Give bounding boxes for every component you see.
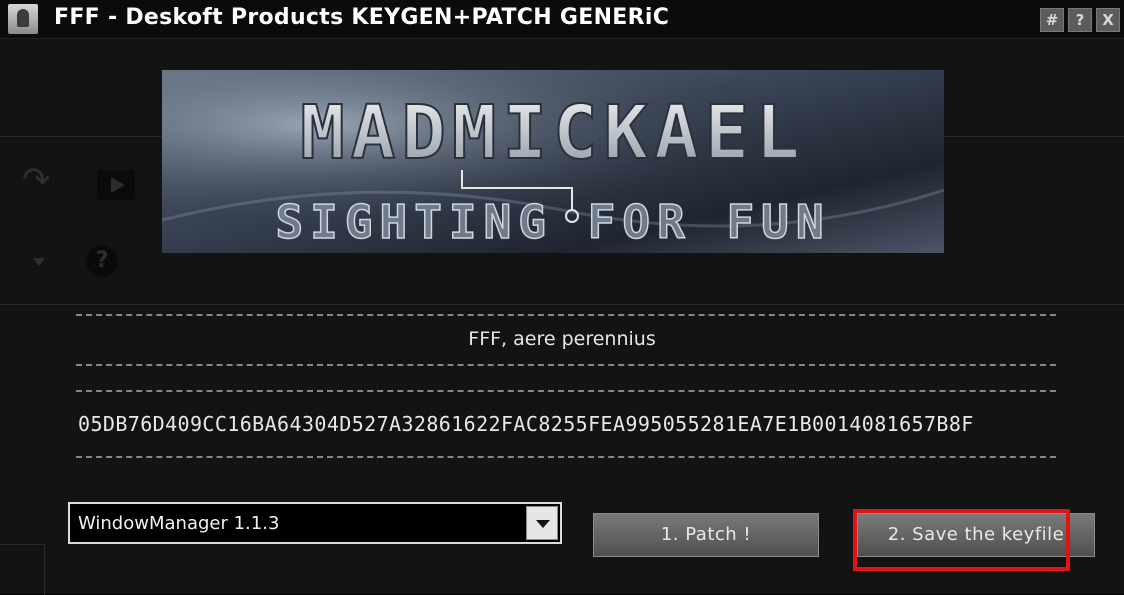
serial-text[interactable]: 05DB76D409CC16BA64304D527A32861622FAC825… xyxy=(78,412,1058,436)
chevron-down-icon xyxy=(33,258,45,266)
ghost-panel xyxy=(0,544,45,595)
product-select[interactable]: WindowManager 1.1.3 xyxy=(68,502,562,544)
divider-bottom xyxy=(76,456,1056,458)
madmickael-logo-icon: MADMICKAEL SIGHTING FOR FUN xyxy=(162,70,944,253)
product-select-value: WindowManager 1.1.3 xyxy=(78,513,280,534)
banner-line1: MADMICKAEL xyxy=(300,90,806,176)
window-title: FFF - Deskoft Products KEYGEN+PATCH GENE… xyxy=(54,5,670,30)
help-icon: ? xyxy=(86,245,118,277)
banner-line2: SIGHTING FOR FUN xyxy=(275,195,830,249)
divider-mid1 xyxy=(76,364,1056,366)
redo-icon: ↷ xyxy=(22,160,51,200)
highlight-box xyxy=(853,509,1070,571)
patch-button[interactable]: 1. Patch ! xyxy=(593,513,819,557)
madmickael-banner: MADMICKAEL SIGHTING FOR FUN xyxy=(162,70,944,253)
ghost-divider xyxy=(0,304,1124,305)
keygen-window: ↷ ? FFF - Deskoft Products KEYGEN+PATCH … xyxy=(0,0,1124,595)
title-bar[interactable]: FFF - Deskoft Products KEYGEN+PATCH GENE… xyxy=(0,0,1124,39)
close-button[interactable]: X xyxy=(1096,8,1120,32)
help-button[interactable]: ? xyxy=(1068,8,1092,32)
play-icon xyxy=(97,170,135,200)
pin-button[interactable]: # xyxy=(1040,8,1064,32)
info-text: FFF, aere perennius xyxy=(468,328,656,350)
divider-mid2 xyxy=(76,390,1056,392)
dropdown-arrow-icon[interactable] xyxy=(526,506,558,540)
app-icon xyxy=(8,4,38,34)
divider-top xyxy=(76,314,1056,316)
